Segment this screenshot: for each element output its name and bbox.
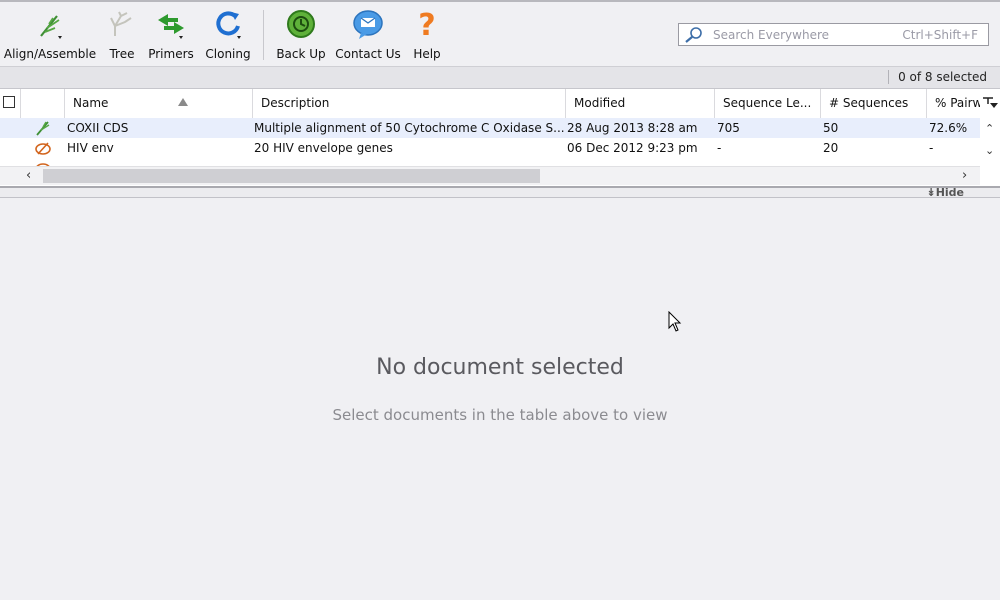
sequence-list-icon [36,163,50,166]
tree-button[interactable]: Tree [103,6,141,64]
cloning-button[interactable]: Cloning [201,6,255,64]
backup-icon [287,10,315,38]
column-name-label: Name [73,96,109,110]
contact-us-button[interactable]: Contact Us [333,6,403,64]
row-num-sequences: 50 [823,121,839,135]
alignment-doc-icon [36,121,50,136]
select-all-checkbox[interactable] [3,96,15,108]
backup-button[interactable]: Back Up [274,6,328,64]
table-row-partial[interactable] [0,158,980,166]
row-sequence-length: 705 [717,121,740,135]
backup-label: Back Up [276,47,326,61]
column-header-pairwise[interactable]: % Pairw [927,89,980,118]
contact-us-label: Contact Us [335,47,401,61]
primers-button[interactable]: Primers [146,6,196,64]
row-modified: 28 Aug 2013 8:28 am [567,121,698,135]
primers-label: Primers [148,47,194,61]
scroll-right-icon[interactable]: › [962,168,967,183]
cloning-icon [216,11,241,39]
primers-icon [158,14,184,39]
column-header-sequence-length[interactable]: Sequence Le... [715,89,821,118]
column-header-num-sequences[interactable]: # Sequences [821,89,927,118]
column-num-sequences-label: # Sequences [829,96,909,110]
row-description: Multiple alignment of 50 Cytochrome C Ox… [254,121,564,135]
sort-ascending-icon [178,98,188,106]
table-row[interactable]: COXII CDS Multiple alignment of 50 Cytoc… [0,118,980,138]
table-header: Name Description Modified Sequence Le...… [0,89,1000,119]
column-header-description[interactable]: Description [253,89,566,118]
align-assemble-button[interactable]: Align/Assemble [2,6,98,64]
row-num-sequences: 20 [823,141,839,155]
column-header-modified[interactable]: Modified [566,89,715,118]
help-label: Help [413,47,441,61]
column-sequence-length-label: Sequence Le... [723,96,812,110]
table-vertical-scrollbar[interactable]: ⌃ ⌄ [980,118,1000,168]
column-description-label: Description [261,96,330,110]
help-button[interactable]: ? Help [408,6,446,64]
select-all-header [0,89,21,118]
help-icon: ? [418,8,435,42]
row-pairwise: 72.6% [929,121,968,135]
pane-splitter[interactable] [0,186,1000,198]
scroll-down-icon[interactable]: ⌄ [985,144,994,157]
search-field[interactable]: Search Everywhere Ctrl+Shift+F [678,23,989,46]
table-horizontal-scrollbar[interactable]: ‹ › [0,166,980,185]
align-assemble-icon [40,15,62,39]
mouse-cursor-icon [668,311,682,332]
contact-icon [353,10,383,39]
empty-state-title: No document selected [376,355,624,380]
table-row[interactable]: HIV env 20 HIV envelope genes 06 Dec 201… [0,138,980,158]
search-shortcut: Ctrl+Shift+F [902,28,978,42]
row-name: COXII CDS [67,121,129,135]
document-viewer: No document selected Select documents in… [0,198,1000,600]
tree-label: Tree [109,47,135,61]
main-toolbar: Align/Assemble Tree Primers Cloning Back… [0,2,1000,67]
search-icon [685,27,702,43]
icon-column-header[interactable] [21,89,65,118]
scroll-up-icon[interactable]: ⌃ [985,122,994,135]
search-placeholder: Search Everywhere [713,28,829,42]
cloning-label: Cloning [205,47,251,61]
document-table: Name Description Modified Sequence Le...… [0,89,1000,186]
selection-count: 0 of 8 selected [898,70,987,84]
toolbar-separator [263,10,264,60]
align-assemble-label: Align/Assemble [3,47,97,61]
empty-state-subtitle: Select documents in the table above to v… [332,406,668,424]
tree-icon [110,11,132,36]
sequence-list-icon [35,142,51,155]
row-sequence-length: - [717,141,722,155]
column-chooser-icon[interactable] [980,94,1000,114]
row-modified: 06 Dec 2012 9:23 pm [567,141,698,155]
row-description: 20 HIV envelope genes [254,141,393,155]
column-header-name[interactable]: Name [65,89,253,118]
row-pairwise: - [929,141,934,155]
status-separator [888,70,889,84]
document-status-bar: 0 of 8 selected [0,67,1000,89]
row-name: HIV env [67,141,114,155]
svg-text:?: ? [418,8,435,42]
scroll-left-icon[interactable]: ‹ [26,168,31,183]
column-pairwise-label: % Pairw [935,96,980,110]
column-modified-label: Modified [574,96,626,110]
horizontal-scroll-thumb[interactable] [43,169,540,183]
